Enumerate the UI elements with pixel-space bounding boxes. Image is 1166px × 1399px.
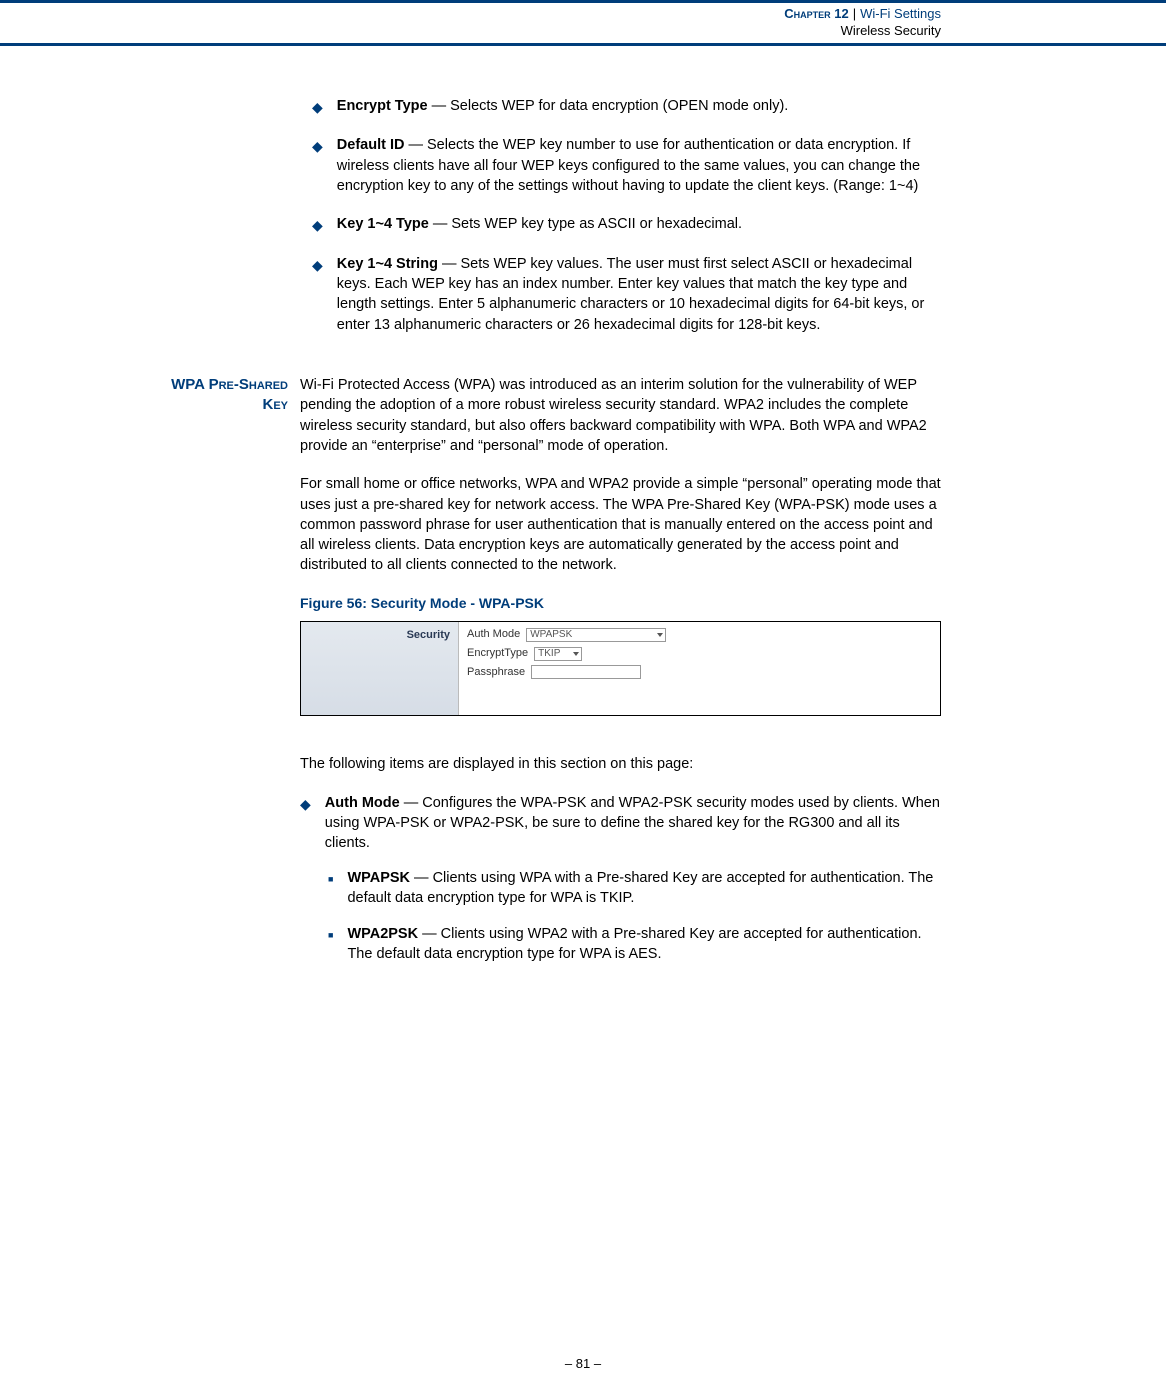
diamond-icon: ◆ xyxy=(300,795,311,815)
bullet-desc: — Clients using WPA with a Pre-shared Ke… xyxy=(347,870,933,906)
figure-pass-label: Passphrase xyxy=(467,664,525,682)
side-heading-line1: WPA Pre-Shared xyxy=(135,375,288,395)
header-divider: | xyxy=(853,6,856,21)
wpa-para2: For small home or office networks, WPA a… xyxy=(300,474,941,575)
figure-caption: Figure 56: Security Mode - WPA-PSK xyxy=(300,594,941,614)
figure-encrypt-label: EncryptType xyxy=(467,645,528,663)
chapter-line: Chapter 12 | Wi-Fi Settings xyxy=(0,6,941,23)
header-content: Chapter 12 | Wi-Fi Settings Wireless Secur… xyxy=(0,6,1166,40)
wep-bullet-list: ◆ Encrypt Type — Selects WEP for data en… xyxy=(312,96,941,335)
bullet-term: WPA2PSK xyxy=(347,926,418,942)
figure-encrypt-select[interactable]: TKIP xyxy=(534,647,582,661)
list-item: ◆ Default ID — Selects the WEP key numbe… xyxy=(312,135,941,196)
chapter-number: 12 xyxy=(834,6,848,21)
bullet-desc: — Selects the WEP key number to use for … xyxy=(337,137,920,194)
figure-fields: Auth Mode WPAPSK EncryptType TKIP Passph… xyxy=(459,622,674,715)
figure-screenshot: Security Auth Mode WPAPSK EncryptType TK… xyxy=(300,621,941,716)
chapter-title: Wi-Fi Settings xyxy=(860,6,941,21)
side-heading-wpa: WPA Pre-Shared Key xyxy=(135,375,300,416)
bullet-desc: — Configures the WPA-PSK and WPA2-PSK se… xyxy=(325,795,940,852)
list-item: ◆ Encrypt Type — Selects WEP for data en… xyxy=(312,96,941,118)
figure-pass-row: Passphrase xyxy=(467,664,666,682)
chapter-word: Chapter xyxy=(784,6,830,21)
list-item: ◆ Key 1~4 String — Sets WEP key values. … xyxy=(312,254,941,335)
bullet-desc: — Sets WEP key type as ASCII or hexadeci… xyxy=(429,216,742,232)
bullet-text: WPAPSK — Clients using WPA with a Pre-sh… xyxy=(347,868,941,909)
list-item: ■ WPAPSK — Clients using WPA with a Pre-… xyxy=(328,868,941,909)
figure-encrypt-value: TKIP xyxy=(538,646,560,662)
wpa-sub-list: ■ WPAPSK — Clients using WPA with a Pre-… xyxy=(300,868,941,965)
bullet-text: Key 1~4 Type — Sets WEP key type as ASCI… xyxy=(337,214,941,234)
figure-encrypt-row: EncryptType TKIP xyxy=(467,645,666,663)
square-icon: ■ xyxy=(328,929,333,942)
bullet-term: Auth Mode xyxy=(325,795,400,811)
header-subtitle: Wireless Security xyxy=(0,23,941,40)
chapter-label: Chapter 12 xyxy=(784,6,848,21)
square-icon: ■ xyxy=(328,873,333,886)
wpa-bullet-list: ◆ Auth Mode — Configures the WPA-PSK and… xyxy=(300,793,941,854)
bullet-term: Key 1~4 String xyxy=(337,256,438,272)
page-footer: – 81 – xyxy=(0,1356,1166,1371)
list-item: ■ WPA2PSK — Clients using WPA2 with a Pr… xyxy=(328,924,941,965)
figure-auth-select[interactable]: WPAPSK xyxy=(526,628,666,642)
bullet-term: Encrypt Type xyxy=(337,98,428,114)
diamond-icon: ◆ xyxy=(312,137,323,157)
bullet-text: Encrypt Type — Selects WEP for data encr… xyxy=(337,96,941,116)
diamond-icon: ◆ xyxy=(312,216,323,236)
bullet-desc: — Clients using WPA2 with a Pre-shared K… xyxy=(347,926,921,962)
figure-pass-input[interactable] xyxy=(531,665,641,679)
bullet-term: Default ID xyxy=(337,137,405,153)
figure-auth-row: Auth Mode WPAPSK xyxy=(467,626,666,644)
wep-bullets-block: ◆ Encrypt Type — Selects WEP for data en… xyxy=(312,96,941,335)
list-item: ◆ Key 1~4 Type — Sets WEP key type as AS… xyxy=(312,214,941,236)
wpa-content: Wi-Fi Protected Access (WPA) was introdu… xyxy=(300,375,941,981)
diamond-icon: ◆ xyxy=(312,98,323,118)
page-header: Chapter 12 | Wi-Fi Settings Wireless Secur… xyxy=(0,0,1166,46)
bullet-desc: — Selects WEP for data encryption (OPEN … xyxy=(428,98,789,114)
bullet-text: Auth Mode — Configures the WPA-PSK and W… xyxy=(325,793,941,854)
wpa-para1: Wi-Fi Protected Access (WPA) was introdu… xyxy=(300,375,941,456)
bullet-text: Default ID — Selects the WEP key number … xyxy=(337,135,941,196)
figure-panel-label: Security xyxy=(301,622,459,715)
page-body: ◆ Encrypt Type — Selects WEP for data en… xyxy=(0,46,1166,981)
wpa-items-intro: The following items are displayed in thi… xyxy=(300,754,941,774)
wpa-section: WPA Pre-Shared Key Wi-Fi Protected Acces… xyxy=(135,375,941,981)
side-heading-line2: Key xyxy=(135,395,288,415)
bullet-term: WPAPSK xyxy=(347,870,410,886)
bullet-text: Key 1~4 String — Sets WEP key values. Th… xyxy=(337,254,941,335)
figure-auth-value: WPAPSK xyxy=(530,627,572,643)
bullet-term: Key 1~4 Type xyxy=(337,216,429,232)
bullet-text: WPA2PSK — Clients using WPA2 with a Pre-… xyxy=(347,924,941,965)
figure-auth-label: Auth Mode xyxy=(467,626,520,644)
list-item: ◆ Auth Mode — Configures the WPA-PSK and… xyxy=(300,793,941,854)
diamond-icon: ◆ xyxy=(312,256,323,276)
